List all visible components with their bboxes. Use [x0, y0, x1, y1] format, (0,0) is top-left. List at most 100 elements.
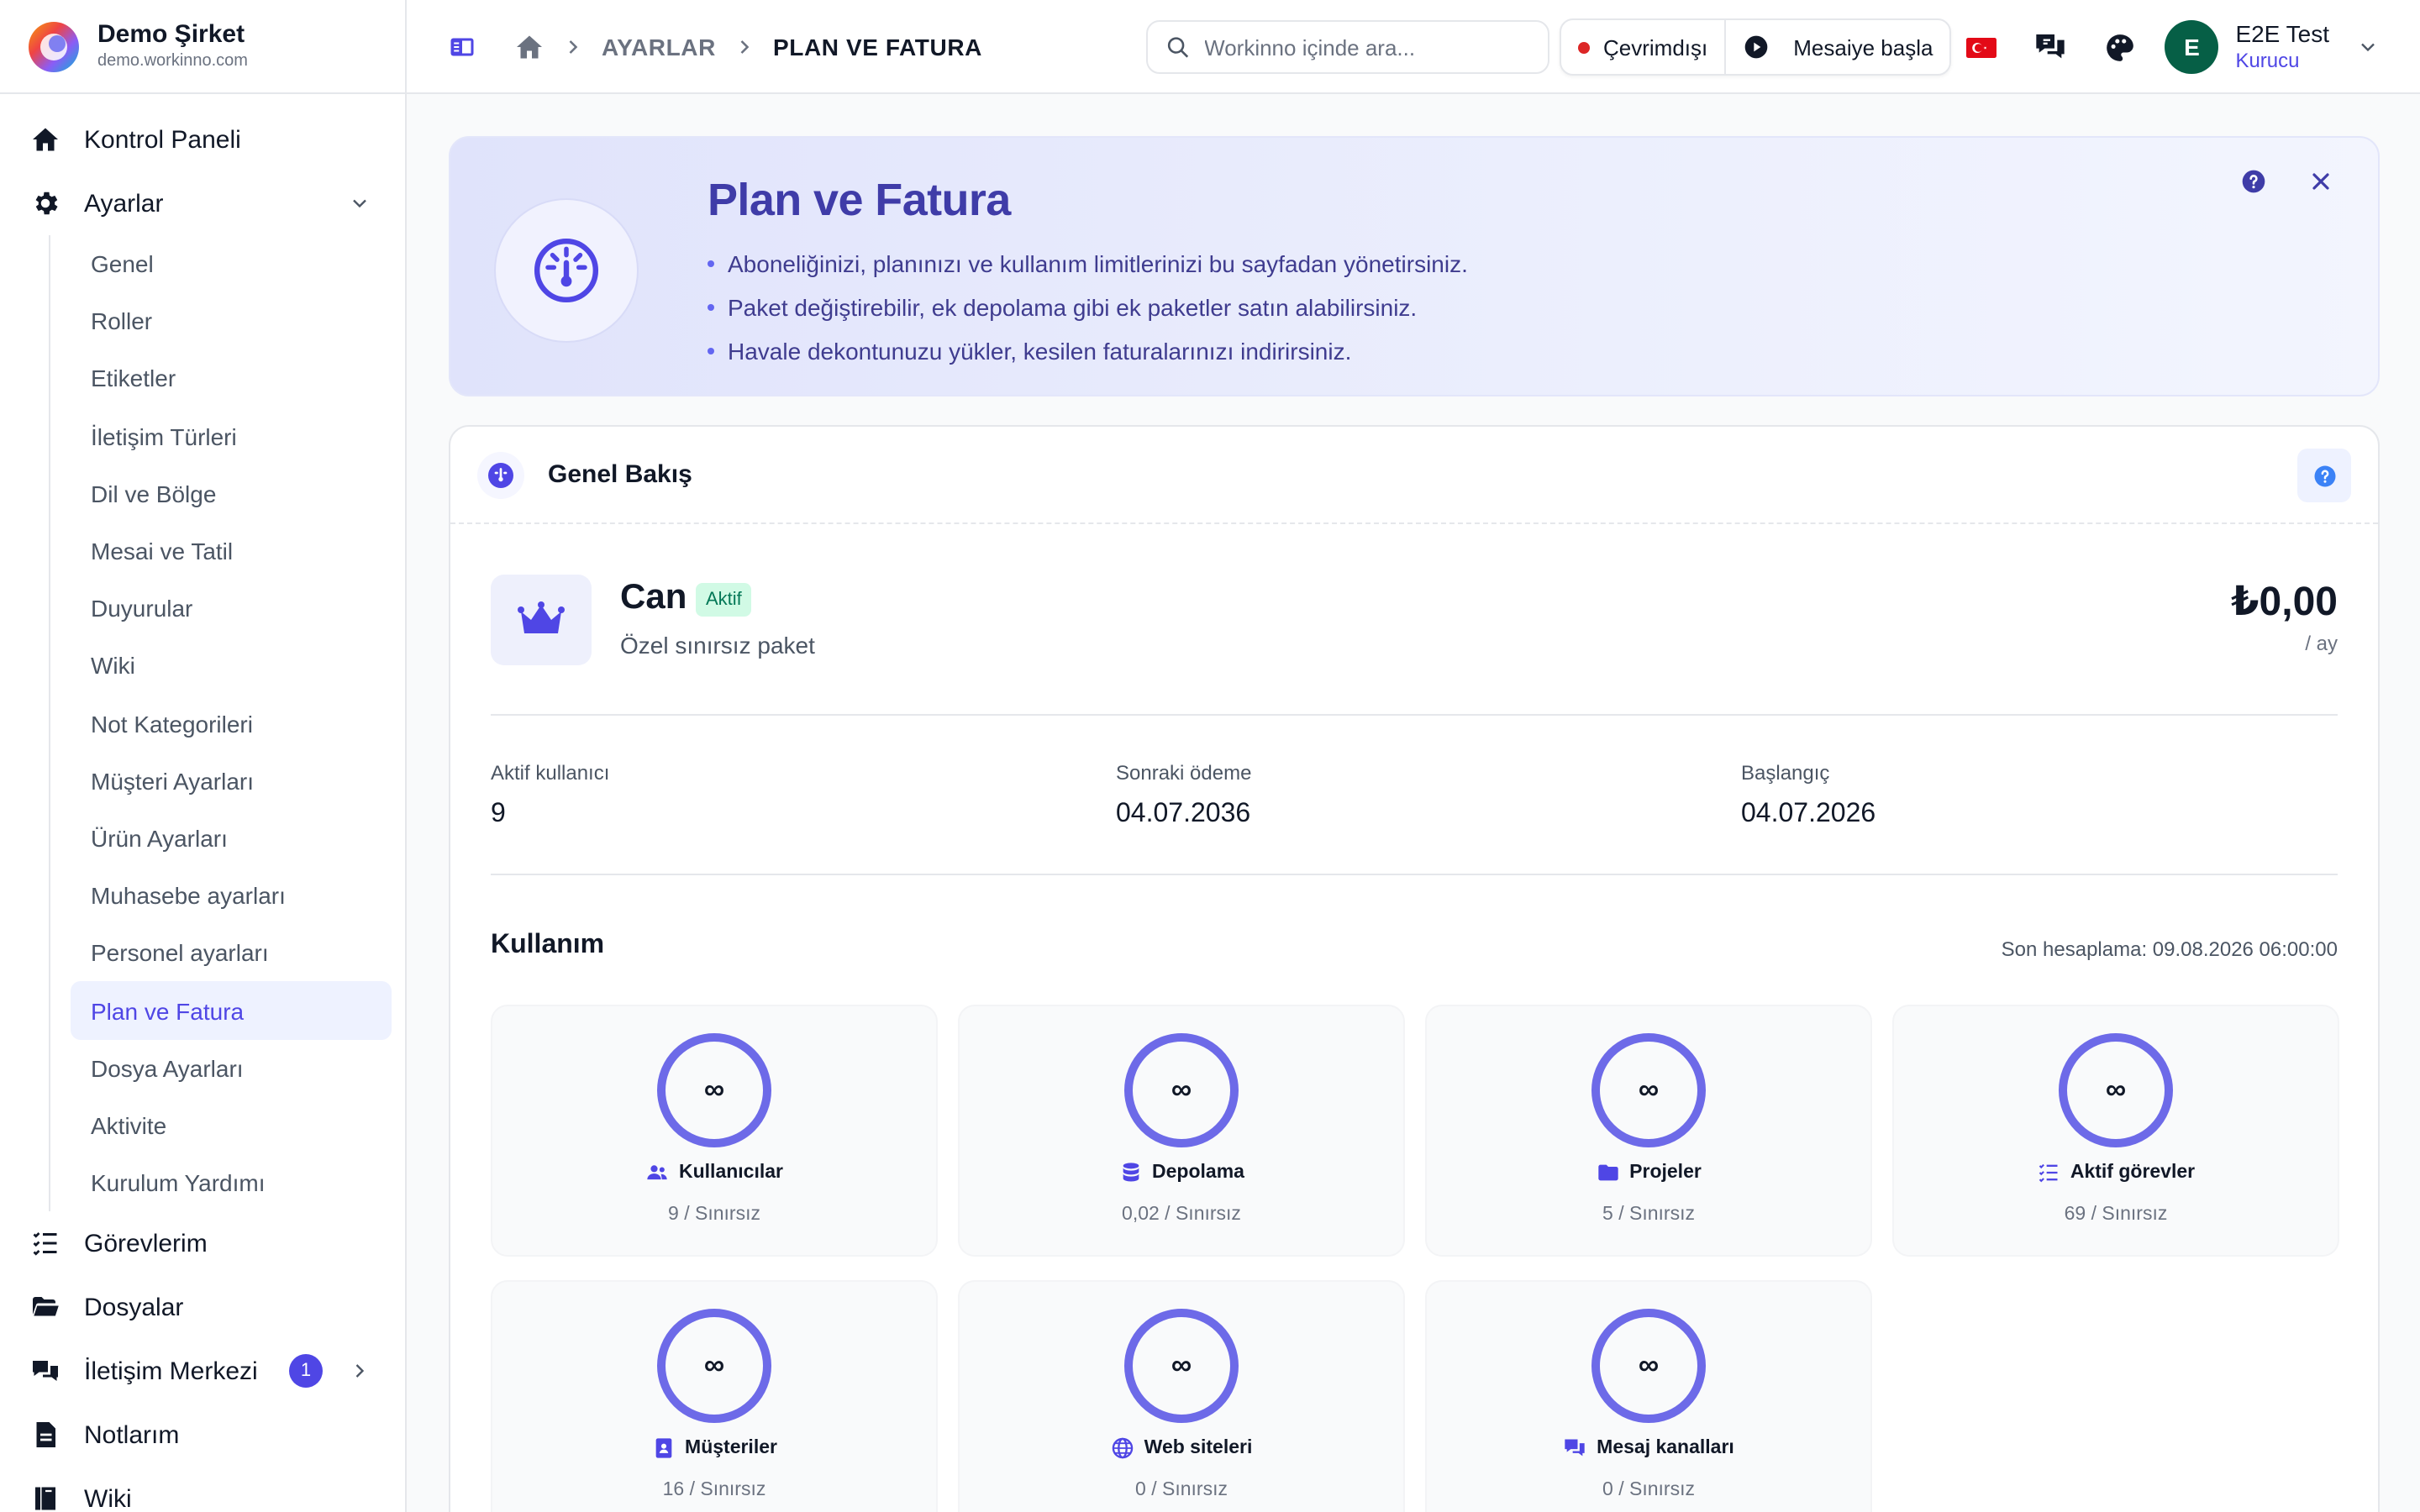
sidebar-item-label: Görevlerim	[84, 1229, 208, 1258]
usage-ring-value: ∞	[2105, 1074, 2127, 1105]
usage-value: 5 / Sınırsız	[1602, 1205, 1695, 1225]
chevron-right-icon	[569, 39, 578, 53]
subscription-stats: Aktif kullanıcı 9 Sonraki ödeme 04.07.20…	[491, 717, 2338, 875]
crown-icon	[518, 601, 565, 633]
sidebar-item-tasks[interactable]: Görevlerim	[0, 1211, 405, 1275]
brand-domain: demo.workinno.com	[97, 51, 248, 70]
breadcrumb-settings[interactable]: AYARLAR	[602, 33, 716, 60]
search-icon	[1167, 37, 1189, 58]
sidebar-item-label: Dosyalar	[84, 1293, 184, 1322]
page-title: Plan ve Fatura	[708, 175, 1011, 225]
subnav-item-accounting-settings[interactable]: Muhasebe ayarları	[71, 867, 392, 924]
usage-title: Kullanım	[491, 931, 605, 959]
sidebar-toggle-icon[interactable]	[447, 31, 477, 61]
hero-help-button[interactable]	[2237, 165, 2270, 198]
subnav-item-file-settings[interactable]: Dosya Ayarları	[71, 1039, 392, 1096]
usage-value: 69 / Sınırsız	[2064, 1205, 2168, 1225]
stat-value: 9	[491, 800, 506, 828]
overview-help-button[interactable]	[2297, 449, 2351, 502]
chevron-right-icon	[355, 1364, 365, 1378]
usage-value: 0 / Sınırsız	[1602, 1480, 1695, 1500]
subnav-item-hours-holidays[interactable]: Mesai ve Tatil	[71, 522, 392, 580]
sidebar: Demo Şirket demo.workinno.com Kontrol Pa…	[0, 0, 407, 1512]
usage-card-active-tasks: ∞ Aktif görevler 69 / Sınırsız	[1892, 1005, 2339, 1257]
brand-logo-icon	[29, 21, 79, 71]
subnav-item-tags[interactable]: Etiketler	[71, 350, 392, 407]
usage-label: Depolama	[1152, 1163, 1244, 1183]
subnav-item-product-settings[interactable]: Ürün Ayarları	[71, 810, 392, 867]
brand[interactable]: Demo Şirket demo.workinno.com	[0, 0, 405, 94]
sidebar-item-settings[interactable]: Ayarlar	[0, 171, 405, 235]
overview-card: Genel Bakış Can Aktif Özel sınırsız pake…	[449, 425, 2380, 1512]
settings-subnav: Genel Roller Etiketler İletişim Türleri …	[49, 235, 405, 1212]
usage-value: 0,02 / Sınırsız	[1122, 1205, 1241, 1225]
usage-ring: ∞	[655, 1307, 773, 1425]
stat-active-users: Aktif kullanıcı 9	[491, 761, 609, 830]
subnav-item-note-categories[interactable]: Not Kategorileri	[71, 695, 392, 752]
tasks-icon	[33, 1232, 57, 1257]
plan-period: / ay	[2305, 632, 2338, 655]
home-icon[interactable]	[514, 31, 544, 61]
subnav-item-customer-settings[interactable]: Müşteri Ayarları	[71, 752, 392, 809]
subnav-item-setup-help[interactable]: Kurulum Yardımı	[71, 1154, 392, 1211]
offline-dot-icon	[1578, 41, 1590, 53]
usage-card-customers: ∞ Müşteriler 16 / Sınırsız	[491, 1280, 938, 1512]
usage-value: 0 / Sınırsız	[1135, 1480, 1228, 1500]
sidebar-item-dashboard[interactable]: Kontrol Paneli	[0, 108, 405, 171]
sidebar-item-files[interactable]: Dosyalar	[0, 1275, 405, 1339]
plan-price: ₺0,00	[2231, 580, 2338, 625]
subnav-item-staff-settings[interactable]: Personel ayarları	[71, 925, 392, 982]
main-content: Plan ve Fatura Aboneliğinizi, planınızı …	[407, 94, 2420, 1512]
stat-label: Başlangıç	[1741, 761, 1830, 785]
subnav-item-activity[interactable]: Aktivite	[71, 1097, 392, 1154]
breadcrumb-current: PLAN VE FATURA	[772, 33, 982, 60]
hero-bullet: Aboneliğinizi, planınızı ve kullanım lim…	[708, 242, 1468, 286]
database-icon	[1122, 1163, 1139, 1182]
messages-icon[interactable]	[2033, 30, 2067, 64]
play-icon	[1744, 35, 1768, 59]
usage-ring-value: ∞	[1638, 1074, 1660, 1105]
usage-card-projects: ∞ Projeler 5 / Sınırsız	[1425, 1005, 1872, 1257]
plan-icon-wrap	[491, 575, 592, 665]
status-badge: Aktif	[696, 583, 752, 617]
hero-description-list: Aboneliğinizi, planınızı ve kullanım lim…	[708, 242, 1468, 373]
start-shift-label: Mesaiye başla	[1793, 34, 1933, 60]
usage-label: Projeler	[1629, 1163, 1702, 1183]
usage-ring: ∞	[655, 1032, 773, 1149]
sidebar-item-label: Wiki	[84, 1484, 132, 1512]
users-icon	[647, 1165, 667, 1180]
overview-card-header: Genel Bakış	[450, 427, 2378, 524]
subnav-item-wiki[interactable]: Wiki	[71, 638, 392, 695]
hero-icon-circle	[494, 198, 639, 343]
sidebar-item-label: Notlarım	[84, 1420, 180, 1450]
presence-status-button[interactable]: Çevrimdışı	[1561, 20, 1724, 74]
sidebar-item-notes[interactable]: Notlarım	[0, 1403, 405, 1467]
turkey-flag-icon[interactable]	[1966, 36, 1996, 58]
user-menu[interactable]: E E2E Test Kurucu	[2165, 20, 2380, 74]
sidebar-item-communication-center[interactable]: İletişim Merkezi 1	[0, 1339, 405, 1403]
hero-close-button[interactable]	[2304, 165, 2338, 198]
notification-badge: 1	[289, 1354, 323, 1389]
palette-icon[interactable]	[2104, 31, 2136, 63]
start-shift-button[interactable]: Mesaiye başla	[1724, 20, 1949, 74]
usage-value: 9 / Sınırsız	[668, 1205, 760, 1225]
sidebar-item-wiki[interactable]: Wiki	[0, 1467, 405, 1512]
usage-ring-value: ∞	[1638, 1349, 1660, 1381]
subnav-item-roles[interactable]: Roller	[71, 292, 392, 349]
search-box[interactable]	[1146, 20, 1549, 74]
topbar: AYARLAR PLAN VE FATURA Çevrimdışı Mesaiy…	[407, 0, 2420, 94]
subnav-item-announcements[interactable]: Duyurular	[71, 580, 392, 637]
stat-next-payment: Sonraki ödeme 04.07.2036	[1116, 761, 1251, 830]
subnav-item-general[interactable]: Genel	[71, 235, 392, 292]
usage-label: Aktif görevler	[2070, 1163, 2196, 1183]
subnav-item-language-region[interactable]: Dil ve Bölge	[71, 465, 392, 522]
folder-open-icon	[33, 1297, 59, 1316]
user-role: Kurucu	[2235, 49, 2300, 72]
usage-ring: ∞	[1590, 1307, 1707, 1425]
usage-ring: ∞	[1590, 1032, 1707, 1149]
search-input[interactable]	[1204, 34, 1531, 60]
subnav-item-plan-billing[interactable]: Plan ve Fatura	[71, 981, 392, 1040]
question-circle-icon	[2313, 465, 2335, 486]
stat-value: 04.07.2026	[1741, 800, 1876, 828]
subnav-item-contact-types[interactable]: İletişim Türleri	[71, 407, 392, 465]
